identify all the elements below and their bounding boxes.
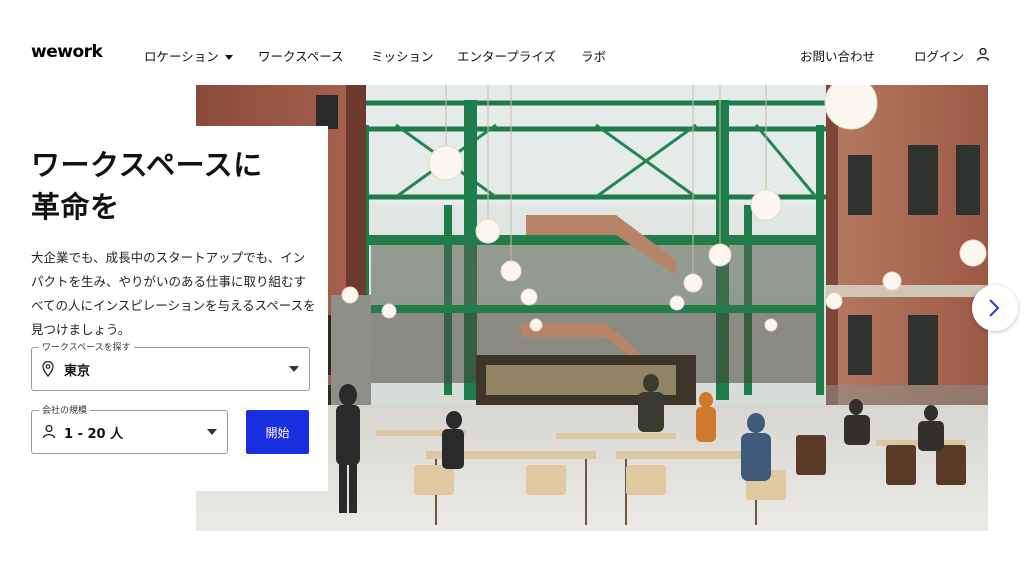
- chevron-down-icon: [224, 55, 233, 60]
- nav-labs[interactable]: ラボ: [581, 46, 606, 65]
- nav-workspace[interactable]: ワークスペース: [258, 46, 344, 65]
- user-icon[interactable]: [976, 47, 990, 61]
- location-select[interactable]: ワークスペースを探す 東京: [31, 340, 310, 391]
- hero-headline: ワークスペースに 革命を: [31, 144, 321, 228]
- nav-enterprise[interactable]: エンタープライズ: [457, 46, 556, 65]
- company-size-select[interactable]: 会社の規模 1 - 20 人: [31, 403, 228, 454]
- nav-location-label: ロケーション: [144, 49, 219, 64]
- headline-line-1: ワークスペースに: [31, 148, 263, 182]
- hero-description: 大企業でも、成長中のスタートアップでも、インパクトを生み、やりがいのある仕事に取…: [31, 250, 316, 337]
- chevron-down-icon: [207, 429, 217, 435]
- nav-login[interactable]: ログイン: [914, 46, 964, 65]
- carousel-next-button[interactable]: [972, 285, 1018, 331]
- location-pin-icon: [42, 361, 54, 377]
- chevron-right-icon: [989, 299, 1000, 317]
- nav-location[interactable]: ロケーション: [144, 46, 233, 65]
- location-value: 東京: [64, 364, 91, 379]
- hero-card: ワークスペースに 革命を 大企業でも、成長中のスタートアップでも、インパクトを生…: [0, 126, 328, 491]
- nav-mission[interactable]: ミッション: [371, 46, 434, 65]
- size-field-label: 会社の規模: [39, 403, 91, 416]
- start-button[interactable]: 開始: [246, 410, 309, 454]
- size-value: 1 - 20 人: [64, 427, 124, 442]
- person-icon: [42, 424, 56, 439]
- nav-contact[interactable]: お問い合わせ: [800, 46, 875, 65]
- location-field-label: ワークスペースを探す: [39, 340, 134, 353]
- main-nav: ロケーション ワークスペース ミッション エンタープライズ ラボ お問い合わせ …: [0, 46, 1024, 66]
- chevron-down-icon: [289, 366, 299, 372]
- headline-line-2: 革命を: [31, 190, 120, 224]
